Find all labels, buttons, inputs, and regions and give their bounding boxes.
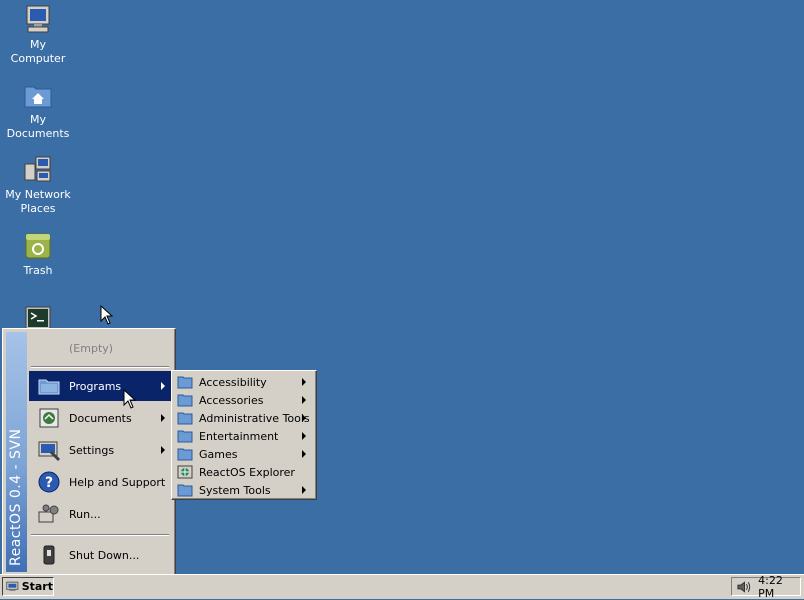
folder-icon <box>177 376 193 389</box>
menu-item-programs[interactable]: Programs <box>29 371 171 401</box>
submenu-item-label: Entertainment <box>199 429 279 443</box>
icon-label: My <box>29 38 46 51</box>
help-icon: ? <box>38 471 60 493</box>
menu-item-documents[interactable]: Documents <box>29 403 171 433</box>
desktop-icon-my-computer[interactable]: My Computer <box>0 4 76 66</box>
submenu-item-accessories[interactable]: Accessories <box>174 391 312 409</box>
settings-label: Settings <box>69 443 115 457</box>
folder-icon <box>177 484 193 497</box>
start-button[interactable]: Start <box>2 577 54 596</box>
submenu-item-label: Accessories <box>199 393 264 407</box>
banner-text: ReactOS 0.4 - SVN <box>8 428 24 567</box>
icon-label: My <box>29 113 46 126</box>
programs-folder-icon <box>38 379 60 395</box>
icon-label: My Network <box>5 188 71 201</box>
empty-label: (Empty) <box>69 341 114 355</box>
documents-icon <box>39 408 59 428</box>
help-label: Help and Support <box>69 475 166 489</box>
desktop-icon-trash[interactable]: Trash <box>0 230 76 278</box>
submenu-item-label: ReactOS Explorer <box>199 465 295 479</box>
submenu-arrow-icon <box>302 450 306 458</box>
settings-icon <box>38 441 61 462</box>
documents-label: Documents <box>69 411 132 425</box>
shutdown-label: Shut Down... <box>69 548 140 562</box>
start-menu-banner: ReactOS 0.4 - SVN <box>6 332 27 572</box>
menu-item-settings[interactable]: Settings <box>29 435 171 465</box>
menu-separator <box>31 534 169 536</box>
run-label: Run... <box>69 507 101 521</box>
submenu-arrow-icon <box>302 378 306 386</box>
submenu-item-label: Administrative Tools <box>199 411 310 425</box>
menu-item-help-and-support[interactable]: ? Help and Support <box>29 467 171 497</box>
trash-icon <box>25 233 51 259</box>
submenu-item-label: Games <box>199 447 238 461</box>
programs-submenu: Accessibility Accessories Administrative… <box>171 370 317 500</box>
submenu-item-entertainment[interactable]: Entertainment <box>174 427 312 445</box>
explorer-icon <box>177 465 193 479</box>
start-icon <box>6 581 19 591</box>
submenu-arrow-icon <box>302 486 306 494</box>
desktop-icon-my-documents[interactable]: My Documents <box>0 79 76 141</box>
programs-label: Programs <box>69 379 122 393</box>
icon-label: Computer <box>10 52 66 65</box>
clock[interactable]: 4:22 PM <box>758 574 800 600</box>
shutdown-icon <box>43 545 55 565</box>
folder-icon <box>177 430 193 443</box>
taskbar: Start 4:22 PM <box>0 574 804 600</box>
run-icon <box>38 504 59 523</box>
menu-item-run[interactable]: Run... <box>29 499 171 529</box>
submenu-item-reactos-explorer[interactable]: ReactOS Explorer <box>174 463 312 481</box>
svg-text:?: ? <box>45 475 53 491</box>
start-label: Start <box>21 580 53 593</box>
icon-label: Documents <box>6 127 70 140</box>
submenu-arrow-icon <box>302 396 306 404</box>
start-menu: ReactOS 0.4 - SVN (Empty) Programs Docum… <box>2 328 176 576</box>
submenu-arrow-icon <box>302 432 306 440</box>
system-tray: 4:22 PM <box>731 574 801 600</box>
submenu-arrow-icon <box>302 414 306 422</box>
mouse-cursor-icon <box>100 305 114 325</box>
folder-icon <box>177 412 193 425</box>
my-documents-icon <box>24 86 52 108</box>
submenu-item-label: Accessibility <box>199 375 267 389</box>
submenu-arrow-icon <box>161 446 165 454</box>
desktop-icon-network-places[interactable]: My Network Places <box>0 154 76 216</box>
submenu-arrow-icon <box>161 414 165 422</box>
menu-separator <box>31 366 169 368</box>
icon-label: Trash <box>23 264 53 277</box>
submenu-arrow-icon <box>161 382 165 390</box>
folder-icon <box>177 394 193 407</box>
submenu-item-administrative-tools[interactable]: Administrative Tools <box>174 409 312 427</box>
submenu-item-accessibility[interactable]: Accessibility <box>174 373 312 391</box>
submenu-item-label: System Tools <box>199 483 271 497</box>
submenu-item-games[interactable]: Games <box>174 445 312 463</box>
submenu-item-system-tools[interactable]: System Tools <box>174 481 312 499</box>
volume-icon[interactable] <box>736 580 751 594</box>
icon-label: Places <box>20 202 56 215</box>
recent-empty-item: (Empty) <box>29 333 171 363</box>
folder-icon <box>177 448 193 461</box>
my-computer-icon <box>26 5 50 33</box>
menu-item-shut-down[interactable]: Shut Down... <box>29 540 171 570</box>
network-places-icon <box>24 156 51 182</box>
